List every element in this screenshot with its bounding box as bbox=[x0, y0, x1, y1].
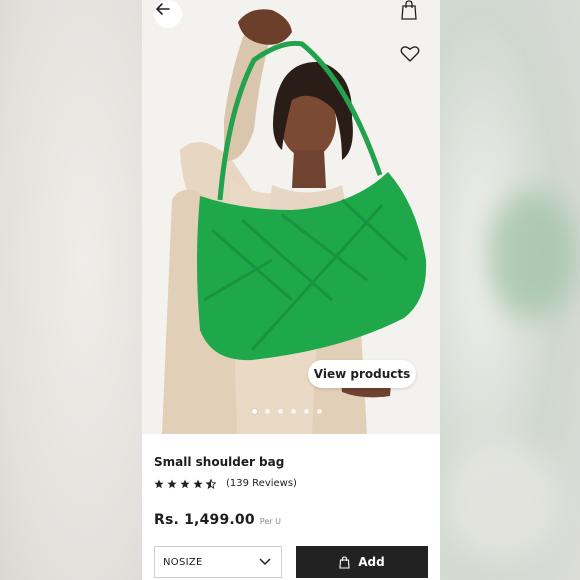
chevron-down-icon bbox=[259, 558, 271, 566]
product-image-gallery[interactable]: View products bbox=[142, 0, 440, 434]
price-row: Rs. 1,499.00 Per U bbox=[154, 512, 281, 528]
shopping-bag-button[interactable] bbox=[400, 0, 428, 28]
pagination-dot[interactable] bbox=[265, 409, 270, 414]
arrow-left-icon bbox=[156, 3, 170, 15]
price-unit: Per U bbox=[259, 517, 281, 526]
pagination-dot[interactable] bbox=[304, 409, 309, 414]
rating-stars bbox=[154, 478, 216, 489]
size-select[interactable]: NOSIZE bbox=[154, 546, 282, 578]
pagination-dot[interactable] bbox=[252, 409, 257, 414]
product-price: Rs. 1,499.00 bbox=[154, 512, 255, 528]
review-count[interactable]: (139 Reviews) bbox=[226, 478, 297, 489]
blur-green-blob bbox=[486, 190, 576, 320]
star-icon bbox=[154, 479, 164, 488]
pagination-dot[interactable] bbox=[317, 409, 322, 414]
product-page: View products Small shoulder bag (139 Re… bbox=[142, 0, 440, 580]
view-products-button[interactable]: View products bbox=[308, 360, 416, 388]
product-rating[interactable]: (139 Reviews) bbox=[154, 478, 297, 489]
pagination-dot[interactable] bbox=[278, 409, 283, 414]
heart-icon bbox=[400, 46, 420, 62]
half-star-icon bbox=[206, 478, 216, 489]
add-button-label: Add bbox=[358, 555, 385, 569]
gallery-pagination bbox=[252, 409, 322, 414]
favorite-button[interactable] bbox=[400, 45, 428, 73]
blur-light-blob bbox=[440, 440, 560, 560]
size-select-value: NOSIZE bbox=[163, 556, 203, 568]
pagination-dot[interactable] bbox=[291, 409, 296, 414]
left-blur-background bbox=[0, 0, 142, 580]
product-title: Small shoulder bag bbox=[154, 455, 285, 469]
back-button[interactable] bbox=[154, 0, 182, 28]
bag-icon bbox=[339, 555, 350, 569]
star-icon bbox=[167, 479, 177, 488]
shopping-bag-icon bbox=[401, 0, 417, 20]
star-icon bbox=[193, 479, 203, 488]
product-info: Small shoulder bag (139 Reviews) Rs. 1,4… bbox=[142, 434, 440, 580]
add-to-bag-button[interactable]: Add bbox=[296, 546, 428, 578]
star-icon bbox=[180, 479, 190, 488]
